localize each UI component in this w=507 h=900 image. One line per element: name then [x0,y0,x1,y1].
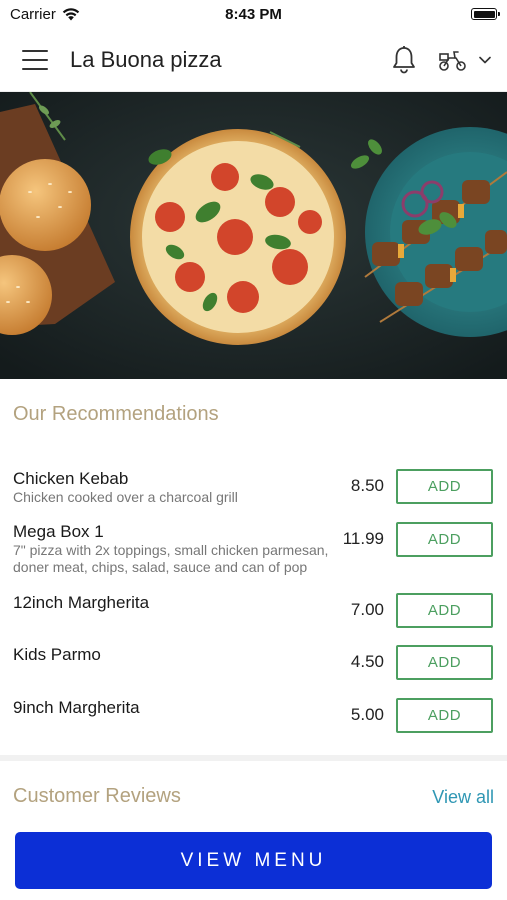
item-name: Kids Parmo [13,645,101,664]
reviews-heading: Customer Reviews [13,785,181,807]
item-description: Chicken cooked over a charcoal grill [13,489,238,505]
page-title: La Buona pizza [70,46,222,72]
section-divider [0,755,507,761]
hero-banner-image [0,92,507,379]
carrier-label: Carrier [10,5,56,23]
item-price: 4.50 [350,652,384,671]
add-button[interactable]: ADD [396,522,493,557]
scooter-icon [439,50,466,71]
item-description: 7" pizza with 2x toppings, small chicken… [13,542,329,575]
header-actions [391,45,491,75]
recommendations-heading: Our Recommendations [13,403,219,425]
item-name: Chicken Kebab [13,469,129,488]
item-price: 7.00 [350,600,384,619]
add-button[interactable]: ADD [396,645,493,680]
hamburger-menu-icon[interactable] [22,49,48,70]
wifi-icon [62,7,80,20]
battery-icon [471,8,500,20]
view-all-reviews-link[interactable]: View all [432,787,494,808]
add-button[interactable]: ADD [396,469,493,504]
item-name: 12inch Margherita [13,593,150,612]
item-price: 5.00 [350,705,384,724]
delivery-mode-selector[interactable] [437,48,491,72]
bell-icon[interactable] [391,45,417,75]
status-bar-left: Carrier [10,6,80,23]
chevron-down-icon [479,56,491,63]
app-header: La Buona pizza [0,28,507,92]
view-menu-button[interactable]: VIEW MENU [15,832,492,889]
item-price: 11.99 [342,529,384,548]
item-name: Mega Box 1 [13,522,104,541]
item-name: 9inch Margherita [13,698,140,717]
item-price: 8.50 [350,476,384,495]
add-button[interactable]: ADD [396,698,493,733]
status-bar: Carrier 8:43 PM [0,0,507,28]
add-button[interactable]: ADD [396,593,493,628]
